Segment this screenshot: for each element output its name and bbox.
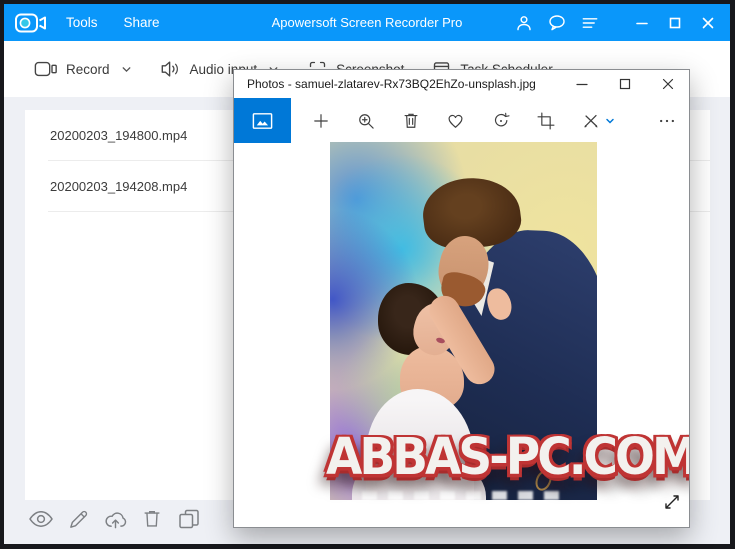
record-label: Record	[66, 61, 110, 77]
main-menu-icon[interactable]	[580, 12, 600, 34]
photos-maximize-button[interactable]	[603, 70, 646, 98]
close-button[interactable]	[698, 12, 718, 34]
photos-window-title: Photos - samuel-zlatarev-Rx73BQ2EhZo-uns…	[247, 77, 536, 91]
delete-trash-icon[interactable]	[139, 506, 165, 532]
photos-minimize-button[interactable]	[560, 70, 603, 98]
preview-eye-icon[interactable]	[28, 506, 54, 532]
minimize-button[interactable]	[632, 12, 652, 34]
photos-viewer-window: Photos - samuel-zlatarev-Rx73BQ2EhZo-uns…	[233, 69, 690, 528]
resize-diagonal-icon[interactable]	[661, 491, 683, 513]
watermark-text: ABBAS-PC.COM	[326, 427, 690, 488]
photos-titlebar[interactable]: Photos - samuel-zlatarev-Rx73BQ2EhZo-uns…	[234, 70, 689, 98]
photos-close-button[interactable]	[646, 70, 689, 98]
menu-share[interactable]: Share	[124, 15, 160, 30]
chevron-down-icon	[122, 66, 130, 72]
upload-cloud-icon[interactable]	[102, 506, 128, 532]
crop-icon[interactable]	[523, 98, 568, 143]
secondary-watermark-fragment	[362, 491, 567, 500]
open-folder-icon[interactable]	[176, 506, 202, 532]
chevron-down-icon	[605, 118, 614, 124]
photos-toolbar	[234, 98, 689, 143]
zoom-in-icon[interactable]	[343, 98, 388, 143]
rotate-icon[interactable]	[478, 98, 523, 143]
add-to-album-icon[interactable]	[298, 98, 343, 143]
edit-pencil-icon[interactable]	[65, 506, 91, 532]
menu-tools[interactable]: Tools	[66, 15, 98, 30]
bottom-action-bar	[28, 500, 202, 538]
screenshot-frame: Tools Share Apowersoft Screen Recorder P…	[0, 0, 735, 549]
delete-photo-icon[interactable]	[388, 98, 433, 143]
feedback-chat-icon[interactable]	[547, 12, 567, 34]
maximize-button[interactable]	[665, 12, 685, 34]
app-logo-icon	[14, 11, 48, 35]
user-account-icon[interactable]	[514, 12, 534, 34]
app-titlebar: Tools Share Apowersoft Screen Recorder P…	[4, 4, 730, 41]
collection-view-button[interactable]	[234, 98, 291, 143]
record-button[interactable]: Record	[34, 59, 133, 79]
favorite-heart-icon[interactable]	[433, 98, 478, 143]
edit-create-button[interactable]	[568, 98, 628, 143]
see-more-icon[interactable]	[644, 98, 689, 143]
